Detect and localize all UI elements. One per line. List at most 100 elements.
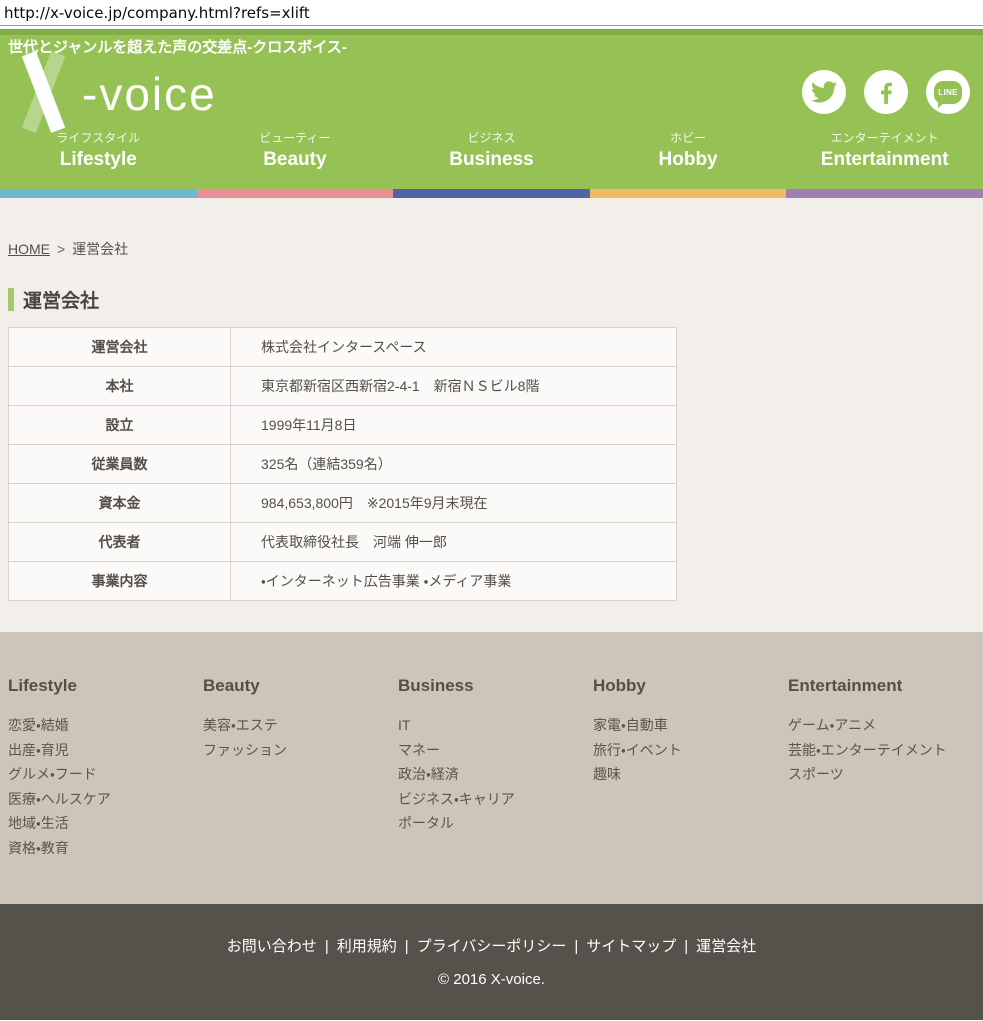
footer-link[interactable]: グルメ・フード [8,762,203,787]
nav-item-hobby[interactable]: ホビー Hobby [590,127,787,189]
breadcrumb-current: 運営会社 [72,241,128,257]
nav-bar-business [393,189,590,198]
footer-link[interactable]: 医療・ヘルスケア [8,787,203,812]
main-content: HOME > 運営会社 運営会社 運営会社 株式会社インタースペース 本社 東京都新… [0,198,983,632]
bottom-link-sitemap[interactable]: サイトマップ [586,938,676,955]
main-nav: ライフスタイル Lifestyle ビューティー Beauty ビジネス Bus… [0,127,983,189]
row-label: 本社 [9,367,231,406]
breadcrumb: HOME > 運営会社 [8,198,975,259]
footer-heading: Lifestyle [8,676,203,696]
facebook-f-glyph [873,79,899,105]
row-value: 1999年11月8日 [231,406,677,445]
bottom-bar: お問い合わせ|利用規約|プライバシーポリシー|サイトマップ|運営会社 © 201… [0,904,983,1020]
twitter-icon[interactable] [802,70,846,114]
footer-link[interactable]: ゲーム・アニメ [788,713,983,738]
footer-link[interactable]: 家電・自動車 [593,713,788,738]
nav-bar-lifestyle [0,189,197,198]
footer-column-beauty: Beauty 美容・エステ ファッション [203,676,398,904]
row-value: 代表取締役社長 河端 伸一郎 [231,523,677,562]
table-row: 資本金 984,653,800円 ※2015年9月末現在 [9,484,677,523]
table-row: 設立 1999年11月8日 [9,406,677,445]
footer-link[interactable]: IT [398,713,593,738]
nav-label-en: Entertainment [786,147,983,172]
row-label: 資本金 [9,484,231,523]
nav-label-jp: ホビー [590,130,787,147]
footer-column-business: Business IT マネー 政治・経済 ビジネス・キャリア ポータル [398,676,593,904]
footer-heading: Business [398,676,593,696]
site-header: 世代とジャンルを超えた声の交差点-クロスボイス- -voice LIN [0,29,983,198]
breadcrumb-home-link[interactable]: HOME [8,241,50,257]
social-buttons: LINE [802,70,970,114]
table-row: 従業員数 325名（連結359名） [9,445,677,484]
row-label: 事業内容 [9,562,231,601]
bottom-link-separator: | [325,938,329,955]
footer-link[interactable]: 資格・教育 [8,836,203,861]
row-label: 運営会社 [9,328,231,367]
twitter-bird-glyph [811,79,837,105]
bottom-links: お問い合わせ|利用規約|プライバシーポリシー|サイトマップ|運営会社 [0,935,983,956]
sitemap-footer: Lifestyle 恋愛・結婚 出産・育児 グルメ・フード 医療・ヘルスケア 地… [0,632,983,904]
row-value: 984,653,800円 ※2015年9月末現在 [231,484,677,523]
line-icon[interactable]: LINE [926,70,970,114]
page-title-text: 運営会社 [23,286,99,313]
footer-column-lifestyle: Lifestyle 恋愛・結婚 出産・育児 グルメ・フード 医療・ヘルスケア 地… [8,676,203,904]
nav-bar-entertainment [786,189,983,198]
bottom-link-contact[interactable]: お問い合わせ [227,938,317,955]
table-row: 事業内容 ・インターネット広告事業 ・メディア事業 [9,562,677,601]
browser-url-bar[interactable]: http://x-voice.jp/company.html?refs=xlif… [0,0,983,26]
footer-link[interactable]: スポーツ [788,762,983,787]
page-title: 運営会社 [8,286,975,313]
table-row: 代表者 代表取締役社長 河端 伸一郎 [9,523,677,562]
company-info-table: 運営会社 株式会社インタースペース 本社 東京都新宿区西新宿2-4-1 新宿ＮＳ… [8,327,677,601]
line-label: LINE [938,88,957,97]
bottom-link-separator: | [574,938,578,955]
nav-item-lifestyle[interactable]: ライフスタイル Lifestyle [0,127,197,189]
table-row: 本社 東京都新宿区西新宿2-4-1 新宿ＮＳビル8階 [9,367,677,406]
line-bubble-glyph: LINE [934,81,962,104]
bottom-link-separator: | [684,938,688,955]
nav-label-en: Lifestyle [0,147,197,172]
nav-label-jp: エンターテイメント [786,130,983,147]
nav-color-bars [0,189,983,198]
nav-bar-beauty [197,189,394,198]
footer-heading: Beauty [203,676,398,696]
footer-heading: Hobby [593,676,788,696]
nav-item-business[interactable]: ビジネス Business [393,127,590,189]
footer-link[interactable]: 趣味 [593,762,788,787]
x-voice-logo-mark[interactable] [8,58,80,126]
site-tagline: 世代とジャンルを超えた声の交差点-クロスボイス- [0,35,983,57]
footer-heading: Entertainment [788,676,983,696]
footer-link[interactable]: 旅行・イベント [593,738,788,763]
footer-link[interactable]: 芸能・エンターテイメント [788,738,983,763]
bottom-link-privacy[interactable]: プライバシーポリシー [417,938,567,955]
facebook-icon[interactable] [864,70,908,114]
footer-link[interactable]: 恋愛・結婚 [8,713,203,738]
row-label: 設立 [9,406,231,445]
footer-link[interactable]: ビジネス・キャリア [398,787,593,812]
nav-label-en: Business [393,147,590,172]
footer-link[interactable]: ファッション [203,738,398,763]
nav-label-jp: ビューティー [197,130,394,147]
row-label: 従業員数 [9,445,231,484]
title-accent-bar [8,288,14,311]
footer-link[interactable]: 地域・生活 [8,811,203,836]
site-logo-text[interactable]: -voice [82,71,217,117]
nav-bar-hobby [590,189,787,198]
bottom-link-terms[interactable]: 利用規約 [337,938,397,955]
nav-label-en: Hobby [590,147,787,172]
footer-link[interactable]: 美容・エステ [203,713,398,738]
footer-column-hobby: Hobby 家電・自動車 旅行・イベント 趣味 [593,676,788,904]
row-value: 株式会社インタースペース [231,328,677,367]
line-bubble-tail [938,102,945,108]
bottom-link-company[interactable]: 運営会社 [696,938,756,955]
row-value: 東京都新宿区西新宿2-4-1 新宿ＮＳビル8階 [231,367,677,406]
row-value: 325名（連結359名） [231,445,677,484]
nav-label-jp: ビジネス [393,130,590,147]
nav-item-entertainment[interactable]: エンターテイメント Entertainment [786,127,983,189]
footer-link[interactable]: 出産・育児 [8,738,203,763]
footer-link[interactable]: マネー [398,738,593,763]
footer-link[interactable]: 政治・経済 [398,762,593,787]
footer-link[interactable]: ポータル [398,811,593,836]
breadcrumb-separator: > [57,241,65,257]
nav-item-beauty[interactable]: ビューティー Beauty [197,127,394,189]
